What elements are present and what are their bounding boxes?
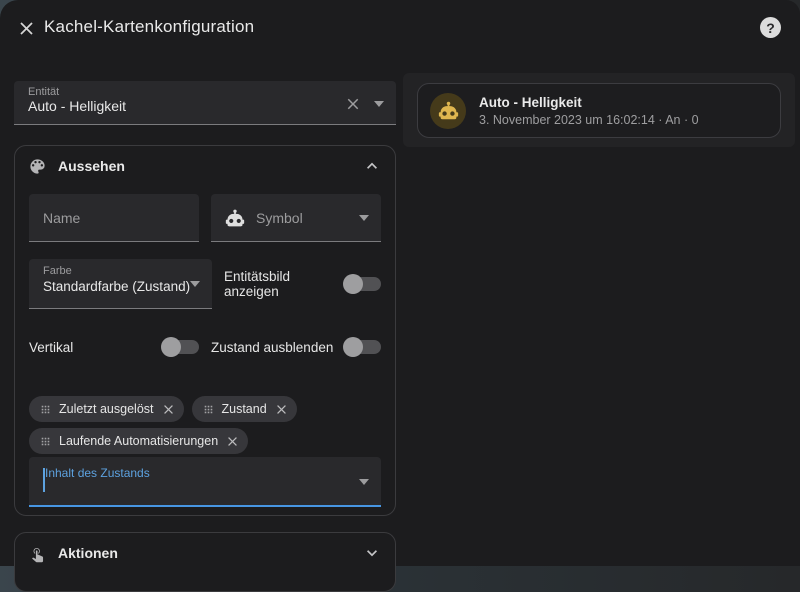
actions-panel-title: Aktionen: [58, 545, 351, 561]
vertical-label: Vertikal: [29, 340, 73, 355]
color-select[interactable]: Farbe Standardfarbe (Zustand): [29, 259, 212, 309]
tile-card-subtitle: 3. November 2023 um 16:02:14 · An · 0: [479, 113, 699, 127]
tile-card-text: Auto - Helligkeit 3. November 2023 um 16…: [479, 95, 699, 127]
state-content-chips: Zuletzt ausgelöst Zustand Laufende Autom…: [29, 396, 381, 454]
dialog-title: Kachel-Kartenkonfiguration: [44, 17, 254, 37]
remove-chip-icon: [225, 434, 240, 449]
appearance-panel-title: Aussehen: [58, 158, 351, 174]
tile-card-preview[interactable]: Auto - Helligkeit 3. November 2023 um 16…: [417, 83, 781, 138]
chip-label: Zuletzt ausgelöst: [59, 402, 154, 416]
drag-handle-icon: [202, 403, 215, 416]
dialog-header: Kachel-Kartenkonfiguration ?: [0, 0, 800, 56]
tile-card-title: Auto - Helligkeit: [479, 95, 699, 110]
chevron-down-icon[interactable]: [359, 215, 369, 221]
chevron-up-icon[interactable]: [362, 156, 382, 176]
hide-state-toggle[interactable]: [343, 337, 381, 357]
tile-card-config-dialog: Kachel-Kartenkonfiguration ? Entität Aut…: [0, 0, 800, 566]
remove-chip-icon: [274, 402, 289, 417]
chevron-down-icon[interactable]: [190, 281, 200, 287]
actions-panel-header[interactable]: Aktionen: [15, 533, 395, 573]
hide-state-label: Zustand ausblenden: [211, 340, 333, 355]
palette-icon: [28, 157, 47, 176]
close-icon[interactable]: [14, 16, 38, 40]
entity-picker[interactable]: Entität Auto - Helligkeit: [14, 81, 396, 125]
show-entity-picture-toggle[interactable]: [343, 274, 381, 294]
name-field[interactable]: [29, 194, 199, 242]
chip-label: Zustand: [222, 402, 267, 416]
drag-handle-icon: [39, 403, 52, 416]
chevron-down-icon[interactable]: [362, 543, 382, 563]
vertical-toggle[interactable]: [161, 337, 199, 357]
color-select-label: Farbe: [43, 265, 200, 277]
chip-state[interactable]: Zustand: [192, 396, 297, 422]
symbol-field[interactable]: Symbol: [211, 194, 381, 242]
chip-running-automations[interactable]: Laufende Automatisierungen: [29, 428, 248, 454]
chevron-down-icon[interactable]: [359, 479, 369, 485]
actions-panel: Aktionen: [14, 532, 396, 592]
robot-icon: [225, 208, 256, 228]
robot-icon[interactable]: [430, 93, 466, 129]
card-preview-panel: Auto - Helligkeit 3. November 2023 um 16…: [403, 73, 795, 147]
state-content-label: Inhalt des Zustands: [45, 466, 150, 480]
appearance-panel: Aussehen Symbol: [14, 145, 396, 516]
chip-last-triggered[interactable]: Zuletzt ausgelöst: [29, 396, 184, 422]
appearance-panel-header[interactable]: Aussehen: [15, 146, 395, 186]
chevron-down-icon[interactable]: [374, 101, 384, 107]
drag-handle-icon: [39, 435, 52, 448]
gesture-tap-icon: [28, 544, 47, 563]
help-icon[interactable]: ?: [760, 17, 781, 38]
state-content-select[interactable]: Inhalt des Zustands: [29, 457, 381, 507]
symbol-placeholder: Symbol: [256, 210, 359, 226]
clear-icon[interactable]: [344, 95, 362, 113]
entity-picker-value: Auto - Helligkeit: [28, 98, 384, 114]
name-input[interactable]: [43, 210, 187, 226]
color-select-value: Standardfarbe (Zustand): [43, 279, 200, 294]
entity-picker-label: Entität: [28, 86, 384, 98]
show-entity-picture-label: Entitätsbild anzeigen: [224, 269, 343, 299]
chip-label: Laufende Automatisierungen: [59, 434, 218, 448]
remove-chip-icon: [161, 402, 176, 417]
